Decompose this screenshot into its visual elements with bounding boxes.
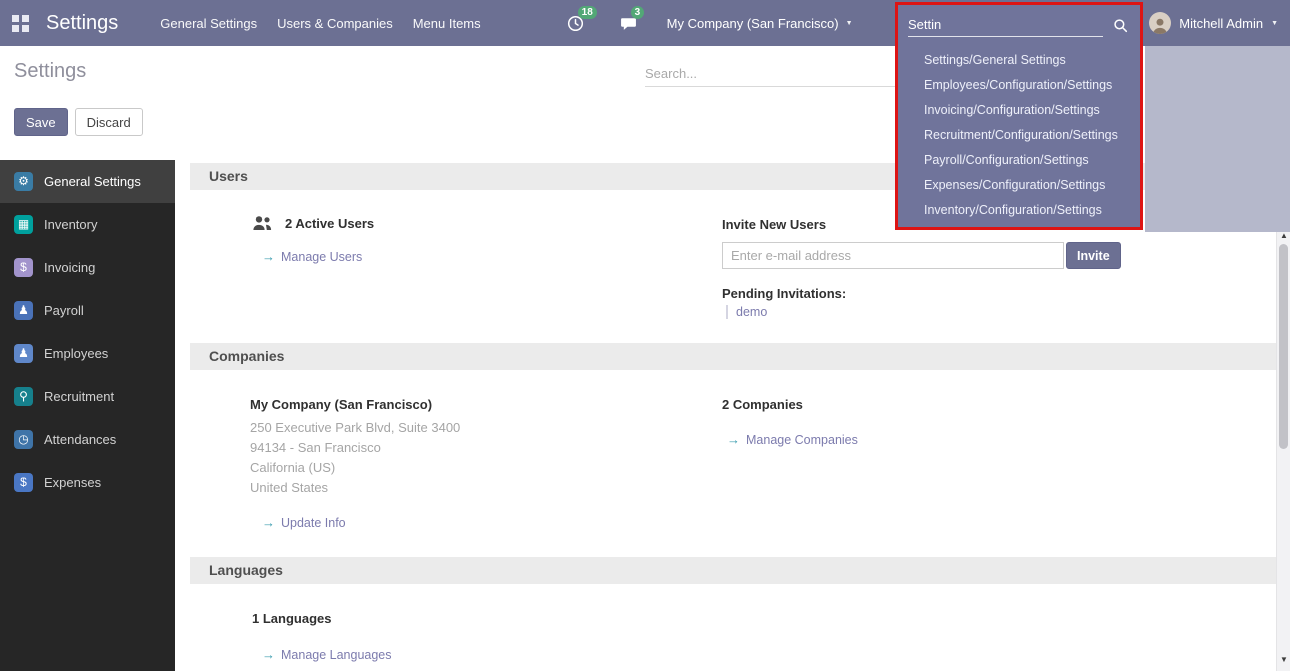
search-result-item[interactable]: Expenses/Configuration/Settings [898, 173, 1140, 198]
sidebar-item-payroll[interactable]: ♟ Payroll [0, 289, 175, 332]
pending-invitation-demo[interactable]: demo [726, 305, 767, 319]
invite-new-users-label: Invite New Users [722, 217, 826, 232]
search-result-item[interactable]: Invoicing/Configuration/Settings [898, 98, 1140, 123]
form-buttons: Save Discard [14, 108, 143, 136]
page-title: Settings [14, 60, 86, 83]
avatar [1149, 12, 1171, 34]
activities-button[interactable]: 18 [567, 15, 584, 32]
section-header-companies: Companies [190, 343, 1276, 370]
sidebar-item-attendances[interactable]: ◷ Attendances [0, 418, 175, 461]
sidebar-item-label: General Settings [44, 174, 141, 189]
inventory-icon: ▦ [14, 215, 33, 234]
search-result-item[interactable]: Inventory/Configuration/Settings [898, 198, 1140, 223]
top-menu-users-companies[interactable]: Users & Companies [277, 12, 393, 35]
scroll-down-arrow-icon[interactable]: ▼ [1278, 655, 1290, 664]
sidebar-item-label: Attendances [44, 432, 116, 447]
sidebar-item-inventory[interactable]: ▦ Inventory [0, 203, 175, 246]
messages-button[interactable]: 3 [620, 15, 637, 32]
invite-button[interactable]: Invite [1066, 242, 1121, 269]
menu-search-input[interactable] [908, 13, 1103, 37]
sidebar-item-invoicing[interactable]: $ Invoicing [0, 246, 175, 289]
sidebar-item-label: Recruitment [44, 389, 114, 404]
sidebar-item-label: Payroll [44, 303, 84, 318]
save-button[interactable]: Save [14, 108, 68, 136]
companies-count: 2 Companies [722, 397, 803, 412]
invite-row: Invite [722, 242, 1121, 269]
top-menu: General Settings Users & Companies Menu … [160, 12, 480, 35]
apps-menu-icon[interactable] [12, 15, 29, 32]
sidebar-item-label: Invoicing [44, 260, 95, 275]
scroll-up-arrow-icon[interactable]: ▲ [1278, 231, 1290, 240]
systray: 18 3 [567, 15, 637, 32]
sidebar-item-employees[interactable]: ♟ Employees [0, 332, 175, 375]
active-users-row: 2 Active Users [250, 215, 374, 231]
discard-button[interactable]: Discard [75, 108, 143, 136]
chevron-down-icon: ▼ [1271, 20, 1278, 27]
odoo-settings-screen: Settings General Settings Users & Compan… [0, 0, 1290, 671]
manage-languages-link[interactable]: → Manage Languages [262, 647, 392, 662]
recruitment-icon: ⚲ [14, 387, 33, 406]
app-name[interactable]: Settings [46, 12, 118, 35]
menu-search-row [898, 5, 1140, 43]
dropdown-overlay-panel [1145, 46, 1290, 232]
arrow-right-icon: → [727, 432, 740, 447]
languages-count: 1 Languages [252, 611, 331, 626]
active-users-label: 2 Active Users [285, 216, 374, 231]
company-switcher-label: My Company (San Francisco) [667, 16, 839, 31]
employees-icon: ♟ [14, 344, 33, 363]
manage-users-link[interactable]: → Manage Users [262, 249, 362, 264]
sidebar-item-general-settings[interactable]: ⚙ General Settings [0, 160, 175, 203]
invoicing-icon: $ [14, 258, 33, 277]
search-result-item[interactable]: Recruitment/Configuration/Settings [898, 123, 1140, 148]
menu-search-dropdown: Settings/General Settings Employees/Conf… [895, 2, 1143, 230]
invite-email-input[interactable] [722, 242, 1064, 269]
activity-count-badge: 18 [578, 6, 597, 19]
pending-invitations-label: Pending Invitations: [722, 286, 846, 301]
sidebar-item-label: Expenses [44, 475, 101, 490]
users-icon [250, 215, 274, 231]
settings-sidebar: ⚙ General Settings ▦ Inventory $ Invoici… [0, 160, 175, 671]
address-line: United States [250, 478, 460, 498]
arrow-right-icon: → [262, 249, 275, 264]
chevron-down-icon: ▼ [846, 20, 853, 27]
search-result-item[interactable]: Payroll/Configuration/Settings [898, 148, 1140, 173]
user-name: Mitchell Admin [1179, 16, 1263, 31]
arrow-right-icon: → [262, 515, 275, 530]
address-line: 94134 - San Francisco [250, 438, 460, 458]
search-result-item[interactable]: Employees/Configuration/Settings [898, 73, 1140, 98]
attendances-icon: ◷ [14, 430, 33, 449]
expenses-icon: $ [14, 473, 33, 492]
update-info-link[interactable]: → Update Info [262, 515, 346, 530]
settings-content: Users 2 Active Users → Manage Users Invi… [175, 160, 1276, 671]
sidebar-item-label: Employees [44, 346, 108, 361]
sidebar-item-recruitment[interactable]: ⚲ Recruitment [0, 375, 175, 418]
address-line: California (US) [250, 458, 460, 478]
address-line: 250 Executive Park Blvd, Suite 3400 [250, 418, 460, 438]
search-result-item[interactable]: Settings/General Settings [898, 48, 1140, 73]
manage-companies-link[interactable]: → Manage Companies [727, 432, 858, 447]
sidebar-item-expenses[interactable]: $ Expenses [0, 461, 175, 504]
section-header-languages: Languages [190, 557, 1276, 584]
scrollbar-thumb[interactable] [1279, 244, 1288, 449]
top-menu-general-settings[interactable]: General Settings [160, 12, 257, 35]
company-switcher[interactable]: My Company (San Francisco) ▼ [667, 16, 853, 31]
company-address: 250 Executive Park Blvd, Suite 3400 9413… [250, 418, 460, 498]
message-count-badge: 3 [631, 6, 645, 19]
menu-search-results: Settings/General Settings Employees/Conf… [898, 43, 1140, 223]
payroll-icon: ♟ [14, 301, 33, 320]
user-menu[interactable]: Mitchell Admin ▼ [1149, 12, 1278, 34]
top-menu-menu-items[interactable]: Menu Items [413, 12, 481, 35]
sidebar-item-label: Inventory [44, 217, 97, 232]
gear-icon: ⚙ [14, 172, 33, 191]
arrow-right-icon: → [262, 647, 275, 662]
search-icon[interactable] [1113, 18, 1128, 33]
company-name: My Company (San Francisco) [250, 397, 432, 412]
